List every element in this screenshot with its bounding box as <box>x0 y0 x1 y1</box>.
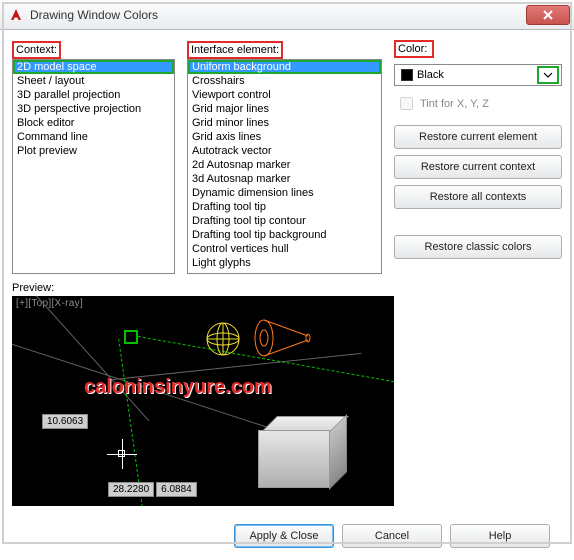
interface-item[interactable]: Autotrack vector <box>188 144 381 158</box>
interface-listbox[interactable]: Uniform backgroundCrosshairsViewport con… <box>187 59 382 274</box>
interface-item[interactable]: Grid minor lines <box>188 116 381 130</box>
interface-item[interactable]: Dynamic dimension lines <box>188 186 381 200</box>
interface-label: Interface element: <box>187 41 283 59</box>
context-label: Context: <box>12 41 61 59</box>
interface-item[interactable]: Drafting tool tip background <box>188 228 381 242</box>
grid-line <box>15 296 150 421</box>
tooltip-coord-1: 10.6063 <box>42 414 88 429</box>
restore-current-element-button[interactable]: Restore current element <box>394 125 562 149</box>
preview-label: Preview: <box>12 282 562 294</box>
context-column: Context: 2D model spaceSheet / layout3D … <box>12 40 175 274</box>
window-title: Drawing Window Colors <box>30 8 526 22</box>
interface-item[interactable]: Control vertices hull <box>188 242 381 256</box>
interface-item[interactable]: 3d Autosnap marker <box>188 172 381 186</box>
tint-row: Tint for X, Y, Z <box>394 92 562 119</box>
interface-item[interactable]: Uniform background <box>188 60 381 74</box>
interface-item[interactable]: Drafting tool tip <box>188 200 381 214</box>
apply-close-button[interactable]: Apply & Close <box>234 524 334 548</box>
color-dropdown[interactable]: Black <box>394 64 562 86</box>
interface-item[interactable]: Grid axis lines <box>188 130 381 144</box>
right-column: Color: Black Tint for X, Y, Z Restore cu… <box>394 40 562 274</box>
color-selected-text: Black <box>417 69 444 81</box>
wireframe-sphere-icon <box>205 321 241 357</box>
close-button[interactable] <box>526 5 570 25</box>
restore-all-contexts-button[interactable]: Restore all contexts <box>394 185 562 209</box>
preview-cube <box>258 416 350 488</box>
tint-label: Tint for X, Y, Z <box>420 98 489 110</box>
app-icon <box>8 7 24 23</box>
preview-pane: [+][Top][X-ray] <box>12 296 394 506</box>
tint-checkbox <box>400 97 413 110</box>
color-swatch <box>401 69 413 81</box>
preview-viewport-label: [+][Top][X-ray] <box>16 298 83 309</box>
tooltip-coord-2: 28.2280 6.0884 <box>108 482 199 497</box>
interface-item[interactable]: Light glyphs <box>188 256 381 270</box>
interface-item[interactable]: Grid major lines <box>188 102 381 116</box>
context-item[interactable]: Command line <box>13 130 174 144</box>
cancel-button[interactable]: Cancel <box>342 524 442 548</box>
context-item[interactable]: 3D parallel projection <box>13 88 174 102</box>
restore-current-context-button[interactable]: Restore current context <box>394 155 562 179</box>
context-item[interactable]: 2D model space <box>13 60 174 74</box>
autosnap-marker <box>124 330 138 344</box>
interface-item[interactable]: Drafting tool tip contour <box>188 214 381 228</box>
help-button[interactable]: Help <box>450 524 550 548</box>
context-item[interactable]: Sheet / layout <box>13 74 174 88</box>
color-label: Color: <box>394 40 434 58</box>
context-listbox[interactable]: 2D model spaceSheet / layout3D parallel … <box>12 59 175 274</box>
interface-item[interactable]: 2d Autosnap marker <box>188 158 381 172</box>
context-item[interactable]: Block editor <box>13 116 174 130</box>
context-item[interactable]: Plot preview <box>13 144 174 158</box>
restore-classic-colors-button[interactable]: Restore classic colors <box>394 235 562 259</box>
interface-item[interactable]: Crosshairs <box>188 74 381 88</box>
footer-buttons: Apply & Close Cancel Help <box>12 506 562 548</box>
autotrack-vector <box>118 339 143 506</box>
interface-item[interactable]: Viewport control <box>188 88 381 102</box>
interface-column: Interface element: Uniform backgroundCro… <box>187 40 382 274</box>
title-bar: Drawing Window Colors <box>0 0 574 30</box>
dropdown-arrow-highlight[interactable] <box>537 66 559 84</box>
watermark-text: caloninsinyure.com <box>84 376 272 399</box>
context-item[interactable]: 3D perspective projection <box>13 102 174 116</box>
wireframe-cone-icon <box>252 316 312 360</box>
